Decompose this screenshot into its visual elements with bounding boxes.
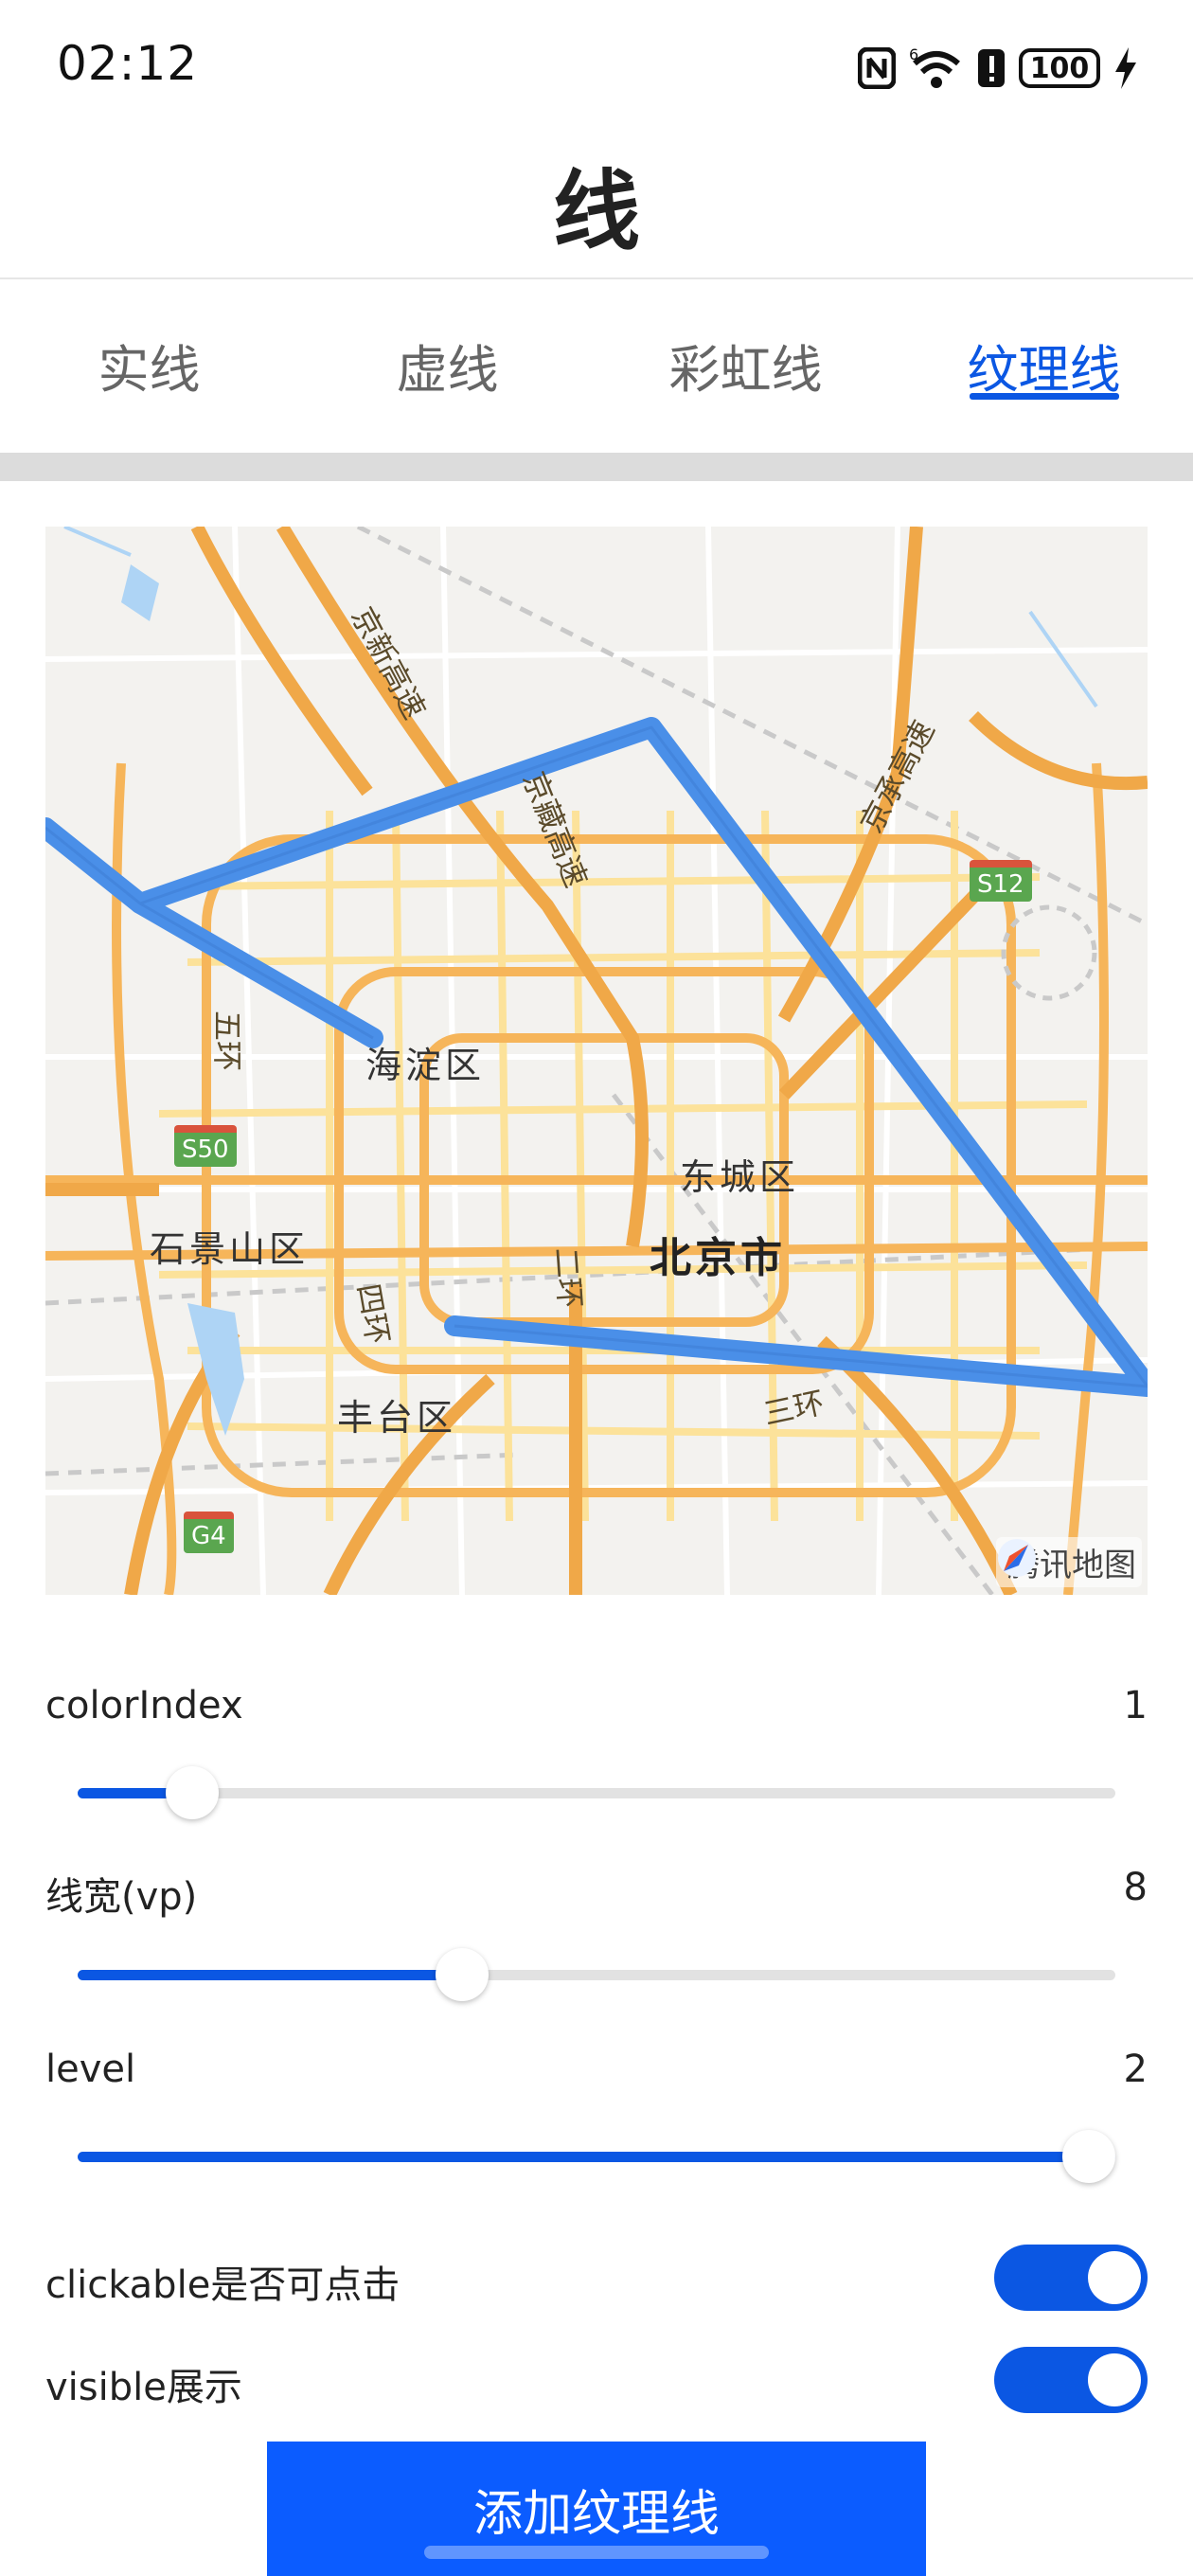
line-width-value: 8 bbox=[1123, 1866, 1148, 1909]
shield-s12: S12 bbox=[970, 860, 1032, 902]
tab-solid-line[interactable]: 实线 bbox=[0, 284, 298, 445]
map-label-ring-5: 五环 bbox=[209, 1010, 246, 1072]
shield-g4: G4 bbox=[184, 1512, 234, 1553]
tab-active-indicator bbox=[969, 393, 1119, 400]
map-label-dongcheng: 东城区 bbox=[680, 1156, 800, 1198]
wifi-6-icon: 6 bbox=[909, 46, 964, 90]
title-divider bbox=[0, 277, 1193, 279]
page-title: 线 bbox=[552, 160, 640, 262]
slider-fill bbox=[78, 1970, 462, 1980]
section-divider bbox=[0, 453, 1193, 481]
map-label-ring-2: 二环 bbox=[547, 1245, 589, 1310]
status-time: 02:12 bbox=[57, 36, 199, 91]
alert-icon bbox=[977, 47, 1006, 89]
tab-rainbow-line[interactable]: 彩虹线 bbox=[596, 284, 895, 445]
tab-dashed-line[interactable]: 虚线 bbox=[298, 284, 596, 445]
slider-track bbox=[78, 1788, 1115, 1798]
svg-text:6: 6 bbox=[909, 46, 918, 63]
tab-bar: 实线 虚线 彩虹线 纹理线 bbox=[0, 284, 1193, 445]
slider-fill bbox=[78, 2152, 1115, 2162]
map-label-shijingshan: 石景山区 bbox=[150, 1228, 310, 1270]
level-value: 2 bbox=[1123, 2048, 1148, 2091]
clickable-row: clickable是否可点击 bbox=[45, 2245, 1148, 2311]
line-width-label: 线宽(vp) bbox=[45, 1875, 198, 1919]
map-label-beijing: 北京市 bbox=[650, 1234, 786, 1282]
line-width-slider[interactable] bbox=[78, 1945, 1115, 2002]
toggle-knob bbox=[1088, 2251, 1141, 2304]
map-label-fengtai: 丰台区 bbox=[337, 1397, 457, 1439]
clickable-label: clickable是否可点击 bbox=[45, 2263, 401, 2307]
level-label: level bbox=[45, 2048, 136, 2091]
map-label-haidian: 海淀区 bbox=[365, 1045, 486, 1086]
slider-thumb[interactable] bbox=[165, 1766, 219, 1819]
battery-icon: 100 bbox=[1019, 48, 1100, 88]
visible-label: visible展示 bbox=[45, 2366, 242, 2409]
home-indicator[interactable] bbox=[424, 2546, 769, 2559]
line-width-row: 线宽(vp) 8 bbox=[45, 1866, 1148, 1923]
color-index-slider[interactable] bbox=[78, 1763, 1115, 1820]
color-index-label: colorIndex bbox=[45, 1684, 243, 1727]
tab-texture-line[interactable]: 纹理线 bbox=[895, 284, 1193, 445]
visible-row: visible展示 bbox=[45, 2347, 1148, 2413]
visible-toggle[interactable] bbox=[994, 2347, 1148, 2413]
tab-label: 实线 bbox=[98, 339, 201, 400]
nfc-icon bbox=[858, 47, 896, 89]
tab-label: 虚线 bbox=[396, 339, 499, 400]
tab-label: 彩虹线 bbox=[668, 339, 823, 400]
charging-icon bbox=[1113, 47, 1138, 89]
color-index-value: 1 bbox=[1123, 1684, 1148, 1727]
status-bar: 02:12 6 100 bbox=[0, 0, 1193, 133]
status-icons: 6 100 bbox=[858, 42, 1138, 95]
level-slider[interactable] bbox=[78, 2127, 1115, 2184]
toggle-knob bbox=[1088, 2353, 1141, 2406]
clickable-toggle[interactable] bbox=[994, 2245, 1148, 2311]
tab-label: 纹理线 bbox=[967, 339, 1121, 400]
color-index-row: colorIndex 1 bbox=[45, 1684, 1148, 1741]
shield-s50: S50 bbox=[174, 1125, 237, 1167]
map-view[interactable]: 海淀区 东城区 北京市 石景山区 丰台区 京新高速 京藏高速 京承高速 五环 四… bbox=[45, 527, 1148, 1595]
slider-thumb[interactable] bbox=[435, 1948, 489, 2001]
map-attribution: 腾讯地图 bbox=[996, 1537, 1142, 1587]
level-row: level 2 bbox=[45, 2048, 1148, 2104]
slider-thumb[interactable] bbox=[1062, 2130, 1115, 2183]
